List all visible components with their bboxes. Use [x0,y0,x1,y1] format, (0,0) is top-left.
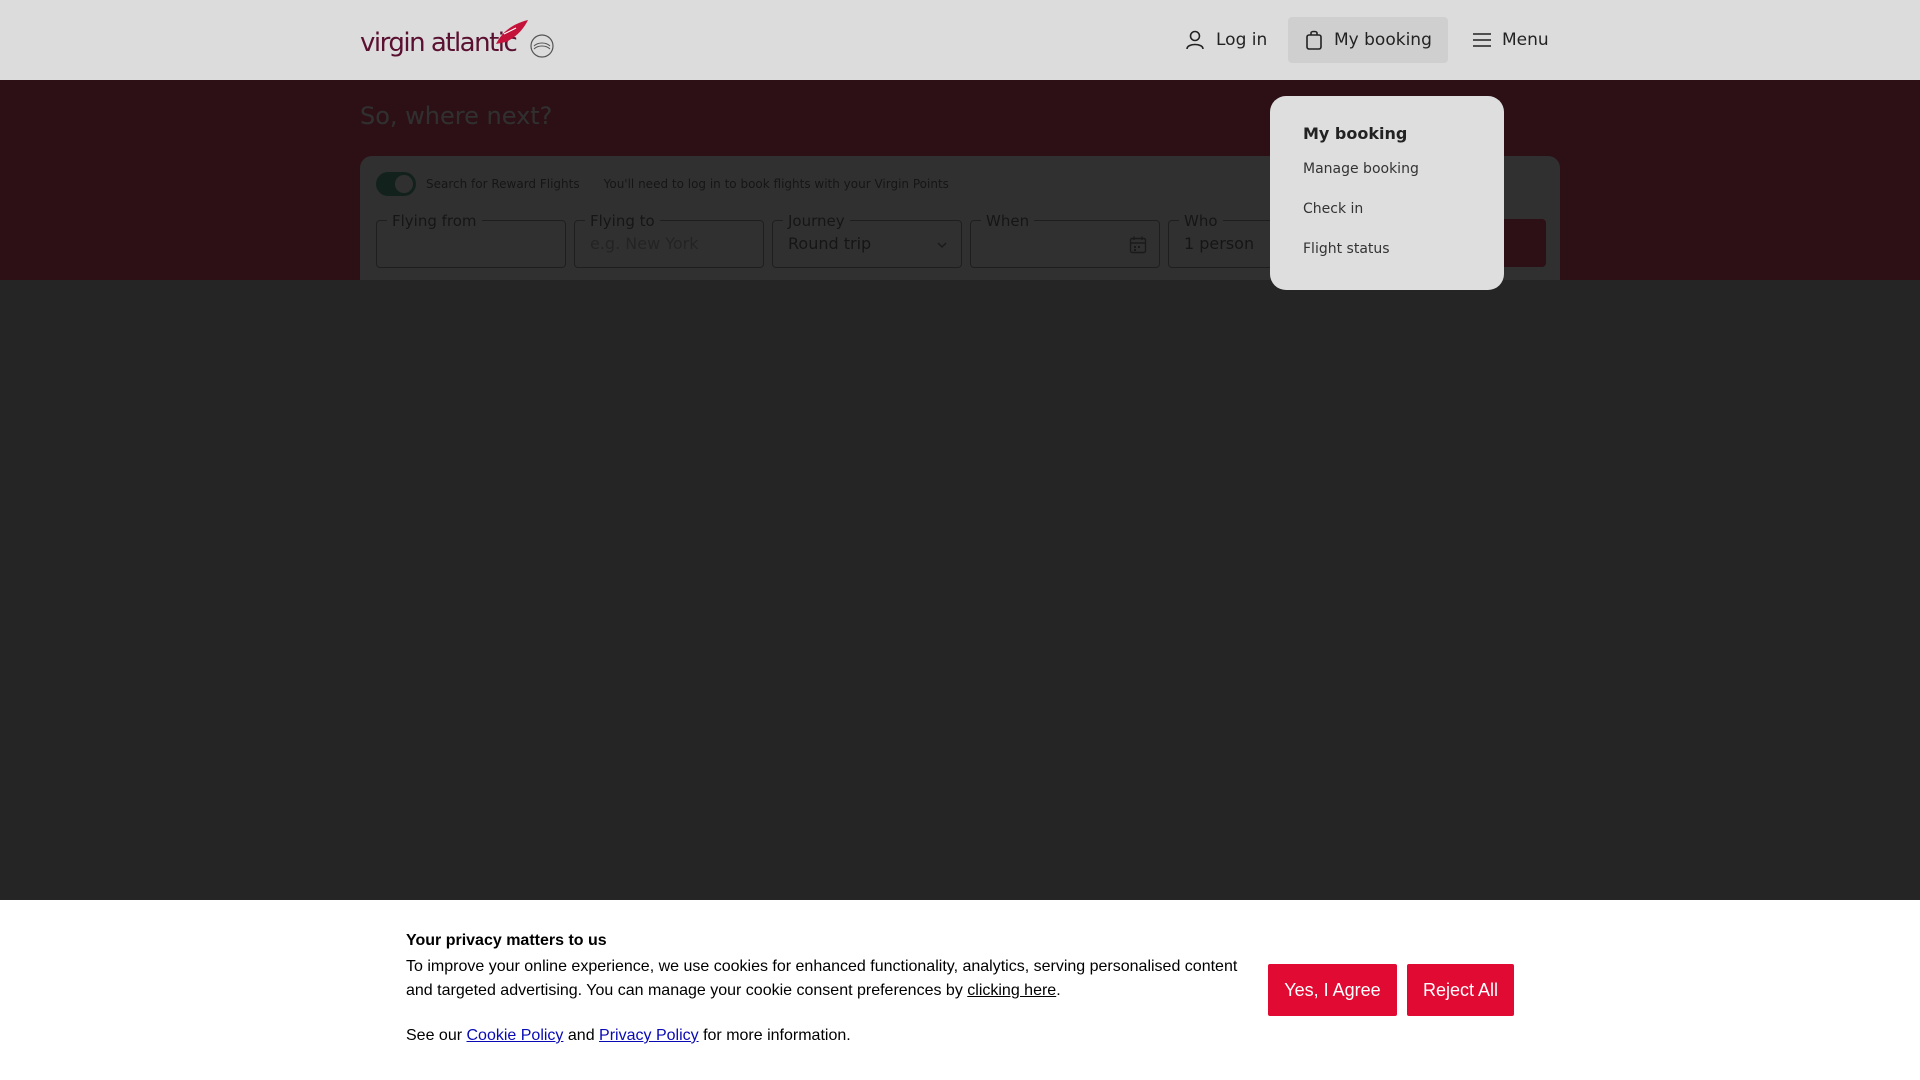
privacy-policy-link[interactable]: Privacy Policy [599,1027,699,1044]
journey-select[interactable]: Journey Round trip [772,212,962,268]
cookie-preferences-link[interactable]: clicking here [967,982,1056,999]
cookie-body-text: To improve your online experience, we us… [406,958,1238,999]
my-booking-dropdown: My booking Manage booking Check in Fligh… [1270,96,1504,290]
flying-from-field[interactable]: Flying from [376,212,566,268]
cookie-more-info-text: for more information. [703,1027,851,1044]
cookie-see-our: See our [406,1027,463,1044]
hero-section: So, where next? Search for Reward Flight… [0,80,1920,280]
journey-value: Round trip [788,234,872,253]
flying-to-placeholder: e.g. New York [590,234,699,253]
agree-cookies-button[interactable]: Yes, I Agree [1268,964,1397,1016]
cookie-body-end: . [1056,982,1061,999]
chevron-down-icon [935,235,949,259]
flying-from-label: Flying from [387,212,482,230]
who-value: 1 person [1184,234,1255,253]
menu-button[interactable]: Menu [1456,17,1565,63]
cookie-body: To improve your online experience, we us… [406,955,1246,1003]
reject-cookies-button[interactable]: Reject All [1407,964,1514,1016]
dropdown-item-check-in[interactable]: Check in [1303,189,1471,229]
my-booking-label: My booking [1334,30,1432,50]
who-label: Who [1179,212,1223,230]
my-booking-button[interactable]: My booking [1288,17,1448,63]
login-button[interactable]: Log in [1168,17,1283,63]
dropdown-title: My booking [1303,124,1408,143]
reward-flights-row: Search for Reward Flights You'll need to… [376,172,949,196]
skyteam-icon [530,34,554,58]
when-field[interactable]: When [970,212,1160,268]
reward-flights-note: You'll need to log in to book flights wi… [603,177,949,191]
hamburger-menu-icon [1472,32,1492,48]
site-header: virgin atlantic Log in My booking Menu [0,0,1920,80]
flying-to-label: Flying to [585,212,660,230]
bag-icon [1304,29,1324,51]
logo-flag-icon [496,20,528,44]
when-label: When [981,212,1035,230]
reward-flights-toggle[interactable] [376,172,416,196]
cookie-and: and [567,1027,595,1044]
cookie-consent-banner: Your privacy matters to us To improve yo… [0,900,1920,1080]
dropdown-item-flight-status[interactable]: Flight status [1303,229,1471,269]
cookie-policy-link[interactable]: Cookie Policy [467,1027,564,1044]
calendar-icon [1129,235,1147,259]
reward-flights-label: Search for Reward Flights [426,177,580,191]
cookie-more-info: See our Cookie Policy and Privacy Policy… [406,1027,851,1045]
virgin-atlantic-logo[interactable]: virgin atlantic [360,18,560,62]
user-icon [1184,29,1206,51]
menu-label: Menu [1502,30,1549,50]
login-label: Log in [1216,30,1268,50]
dropdown-item-manage-booking[interactable]: Manage booking [1303,149,1471,189]
hero-title: So, where next? [360,102,553,130]
cookie-title: Your privacy matters to us [406,932,607,949]
flying-to-field[interactable]: Flying to e.g. New York [574,212,764,268]
journey-label: Journey [783,212,850,230]
